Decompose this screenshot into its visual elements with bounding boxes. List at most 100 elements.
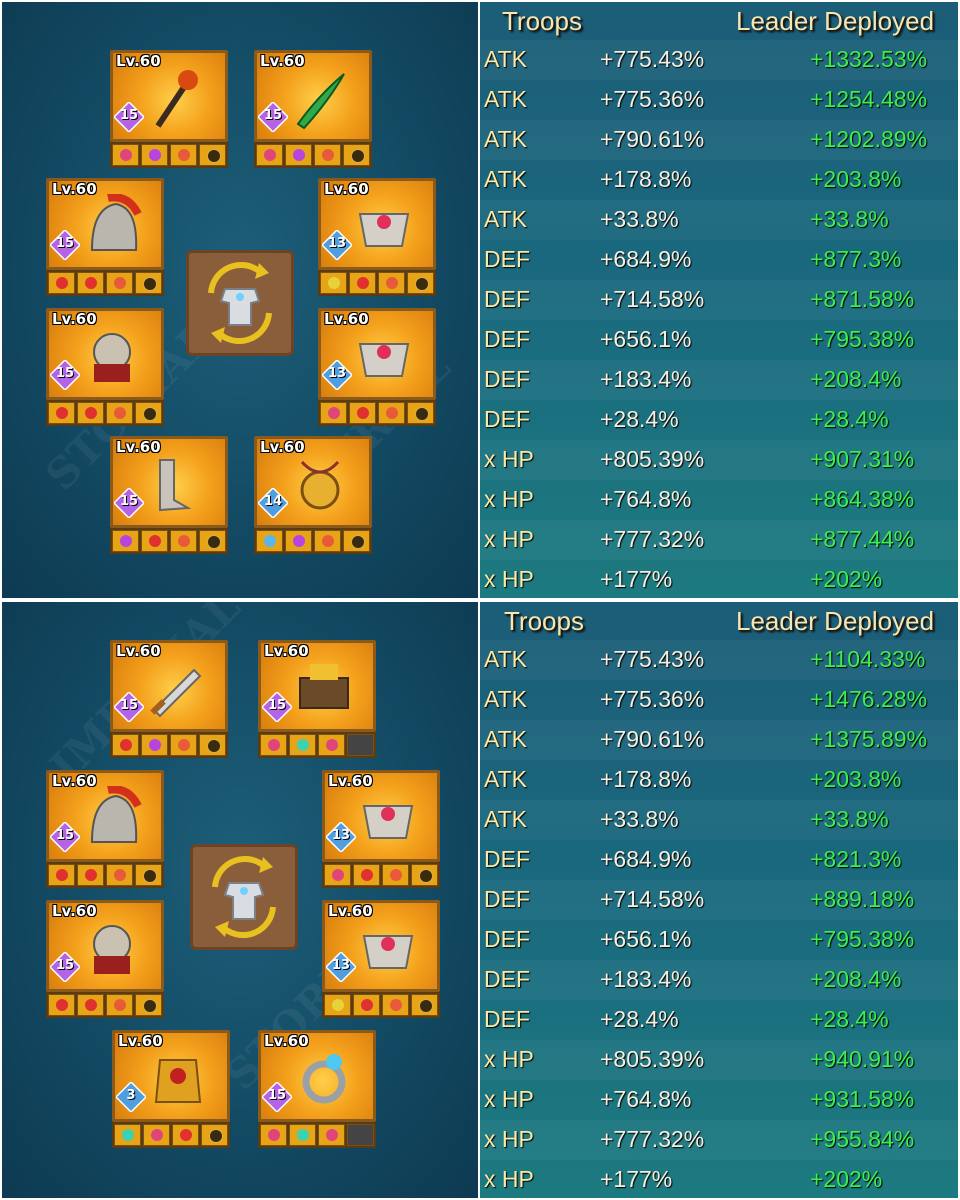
leader-deployed-value: +1104.33% (810, 646, 926, 672)
stat-row: ATK +775.43% +1332.53% (480, 40, 958, 80)
gear-slot[interactable]: Lv.60 15 (258, 640, 376, 758)
gem-socket[interactable] (378, 272, 405, 294)
gem-socket[interactable] (106, 272, 133, 294)
gear-slot[interactable]: Lv.60 15 (254, 50, 372, 168)
swap-gear-button[interactable] (190, 844, 298, 950)
gem-socket[interactable] (349, 402, 376, 424)
gem-socket[interactable] (106, 864, 133, 886)
gem-socket[interactable] (48, 864, 75, 886)
star-count: 15 (119, 494, 139, 509)
empty-gem-socket[interactable] (347, 1124, 374, 1146)
gem-socket[interactable] (112, 530, 139, 552)
gem-socket[interactable] (285, 144, 312, 166)
gem-bar (322, 992, 440, 1018)
gem-socket[interactable] (48, 272, 75, 294)
gear-slot[interactable]: Lv.60 13 (318, 308, 436, 426)
gem-socket[interactable] (170, 144, 197, 166)
gear-slot[interactable]: Lv.60 15 (110, 640, 228, 758)
gem-socket[interactable] (48, 402, 75, 424)
gem-socket[interactable] (112, 734, 139, 756)
gem-socket[interactable] (256, 530, 283, 552)
gem-socket[interactable] (320, 402, 347, 424)
gem-socket[interactable] (314, 144, 341, 166)
gem-socket[interactable] (112, 144, 139, 166)
stat-row: x HP +764.8% +864.38% (480, 480, 958, 520)
gem-socket[interactable] (260, 734, 287, 756)
gem-socket[interactable] (349, 272, 376, 294)
gem-socket[interactable] (114, 1124, 141, 1146)
gem-socket[interactable] (106, 402, 133, 424)
star-count: 15 (267, 698, 287, 713)
troops-value: +790.61% (600, 726, 705, 752)
gem-socket[interactable] (172, 1124, 199, 1146)
armor-icon (146, 1046, 210, 1110)
empty-gem-socket[interactable] (347, 734, 374, 756)
gem-socket[interactable] (289, 734, 316, 756)
stat-row: DEF +684.9% +821.3% (480, 840, 958, 880)
gem-socket[interactable] (143, 1124, 170, 1146)
star-count: 15 (119, 108, 139, 123)
gem-socket[interactable] (318, 1124, 345, 1146)
gear-slot[interactable]: Lv.60 15 (110, 50, 228, 168)
troops-value: +775.36% (600, 686, 705, 712)
gem-socket[interactable] (353, 864, 380, 886)
gem-socket[interactable] (289, 1124, 316, 1146)
stats-panel-bottom: Troops Leader Deployed ATK +775.43% +1104.… (480, 602, 958, 1198)
gem-socket[interactable] (382, 994, 409, 1016)
gem-socket[interactable] (285, 530, 312, 552)
gem-bar (258, 732, 376, 758)
troops-value: +33.8% (600, 206, 679, 232)
gear-slot[interactable]: Lv.60 15 (46, 770, 164, 888)
leader-deployed-value: +203.8% (810, 766, 902, 792)
gem-socket[interactable] (141, 144, 168, 166)
gem-socket[interactable] (170, 734, 197, 756)
gem-socket[interactable] (260, 1124, 287, 1146)
gem-socket[interactable] (141, 530, 168, 552)
leader-deployed-value: +955.84% (810, 1126, 915, 1152)
gem-socket[interactable] (256, 144, 283, 166)
gem-socket[interactable] (318, 734, 345, 756)
gear-slot[interactable]: Lv.60 13 (322, 770, 440, 888)
gem-socket[interactable] (77, 994, 104, 1016)
gem-socket[interactable] (77, 864, 104, 886)
gem-socket[interactable] (382, 864, 409, 886)
gear-slot[interactable]: Lv.60 14 (254, 436, 372, 554)
gear-slot[interactable]: Lv.60 13 (322, 900, 440, 1018)
gear-slot[interactable]: Lv.60 13 (318, 178, 436, 296)
gem-socket[interactable] (324, 994, 351, 1016)
star-badge-icon: 15 (112, 100, 146, 134)
gem-socket[interactable] (353, 994, 380, 1016)
set-bonus-icon (343, 144, 370, 166)
gem-socket[interactable] (106, 994, 133, 1016)
gem-socket[interactable] (141, 734, 168, 756)
gem-socket[interactable] (170, 530, 197, 552)
gear-slot[interactable]: Lv.60 15 (258, 1030, 376, 1148)
gear-panel-top: STORIAL IMPERIAL Lv.6015Lv.6015Lv.6015Lv… (2, 2, 478, 598)
gear-slot[interactable]: Lv.60 15 (46, 900, 164, 1018)
leader-deployed-value: +907.31% (810, 446, 915, 472)
gear-slot[interactable]: Lv.60 15 (46, 308, 164, 426)
stat-label: x HP (484, 1166, 534, 1192)
gear-slot[interactable]: Lv.60 15 (46, 178, 164, 296)
gem-socket[interactable] (324, 864, 351, 886)
stat-label: ATK (484, 46, 528, 72)
swap-gear-button[interactable] (186, 250, 294, 356)
gem-socket[interactable] (48, 994, 75, 1016)
gem-socket[interactable] (77, 402, 104, 424)
stat-label: x HP (484, 1086, 534, 1112)
gem-socket[interactable] (320, 272, 347, 294)
gear-slot[interactable]: Lv.60 3 (112, 1030, 230, 1148)
star-count: 15 (119, 698, 139, 713)
stat-row: ATK +178.8% +203.8% (480, 760, 958, 800)
gem-socket[interactable] (378, 402, 405, 424)
gear-slot[interactable]: Lv.60 15 (110, 436, 228, 554)
helmet-icon (80, 193, 144, 258)
star-badge-icon: 15 (256, 100, 290, 134)
gem-bar (110, 732, 228, 758)
leader-deployed-value: +202% (810, 1166, 883, 1192)
gem-socket[interactable] (77, 272, 104, 294)
troops-value: +790.61% (600, 126, 705, 152)
troops-value: +33.8% (600, 806, 679, 832)
gem-socket[interactable] (314, 530, 341, 552)
troops-value: +177% (600, 1166, 673, 1192)
